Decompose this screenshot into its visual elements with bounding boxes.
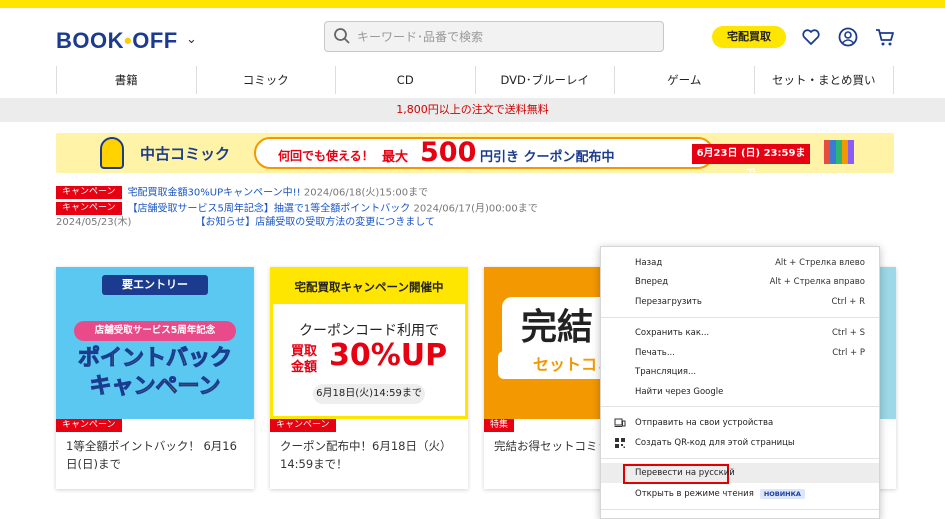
banner-amount: 500	[420, 137, 477, 168]
chevron-down-icon[interactable]: ⌄	[186, 32, 197, 47]
banner-lead: 何回でも使える！	[278, 149, 374, 163]
percent-up-text: 30%UP	[329, 338, 448, 373]
menu-item-search-google[interactable]: Найти через Google	[601, 382, 879, 402]
card-badge: 特集	[484, 419, 515, 432]
bookoff-logo[interactable]: BOOK•OFF	[56, 28, 178, 54]
menu-item-reload[interactable]: Перезагрузить Ctrl + R	[601, 292, 879, 312]
feature-card[interactable]: 要エントリー 店舗受取サービス5周年記念 ポイントバック キャンペーン キャンペー…	[56, 267, 254, 489]
card-badge: キャンペーン	[270, 419, 336, 432]
menu-item-qr-code[interactable]: Создать QR-код для этой страницы	[601, 433, 879, 453]
entry-required-label: 要エントリー	[102, 275, 208, 295]
menu-item-cast[interactable]: Трансляция...	[601, 362, 879, 382]
nav-item-dvd[interactable]: DVD･ブルーレイ	[474, 66, 615, 94]
nav-item-books[interactable]: 書籍	[56, 66, 196, 94]
news-date: 2024/05/23(木)	[56, 217, 132, 228]
cart-icon[interactable]	[874, 26, 896, 48]
banner-tail: 円引き クーポン配布中	[480, 150, 615, 165]
campaign-tag: キャンペーン	[56, 186, 122, 199]
anniversary-ribbon: 店舗受取サービス5周年記念	[74, 321, 236, 341]
search-input[interactable]	[357, 26, 657, 48]
coupon-code-text: クーポンコード利用で	[299, 323, 439, 339]
menu-item-save-as[interactable]: Сохранить как... Ctrl + S	[601, 323, 879, 343]
deadline-pill: 6月18日(火)14:59まで	[313, 384, 425, 404]
nav-item-sets[interactable]: セット・まとめ買い	[753, 66, 894, 94]
card-image: 要エントリー 店舗受取サービス5周年記念 ポイントバック キャンペーン	[56, 267, 254, 419]
mascot-illustration	[100, 137, 124, 169]
menu-item-forward[interactable]: Вперед Alt + Стрелка вправо	[601, 272, 879, 292]
free-shipping-notice: 1,800円以上の注文で送料無料	[0, 98, 945, 122]
news-date: 2024/06/18(火)15:00まで	[303, 187, 429, 199]
send-to-devices-icon	[614, 418, 626, 427]
pointback-title: ポイントバック キャンペーン	[77, 346, 232, 400]
news-item: キャンペーン 【店舗受取サービス5周年記念】抽選で1等全額ポイントバック 2024…	[56, 202, 538, 217]
card-badge: キャンペーン	[56, 419, 122, 432]
books-illustration	[824, 140, 854, 164]
nav-item-comics[interactable]: コミック	[195, 66, 336, 94]
qr-code-icon	[615, 438, 625, 448]
kanketsu-text: 完結	[502, 297, 612, 359]
card-image: 宅配買取キャンペーン開催中 クーポンコード利用で 買取 金額 30%UP 6月1…	[270, 267, 468, 419]
takuhai-kaitori-button[interactable]: 宅配買取	[712, 26, 786, 48]
banner-category: 中古コミック	[140, 145, 231, 163]
news-date: 2024/06/17(月)00:00まで	[413, 203, 538, 215]
news-item: 2024/05/23(木) 【お知らせ】店舗受取の受取方法の変更につきまして	[56, 216, 435, 230]
site-header: BOOK•OFF ⌄ 宅配買取	[0, 8, 945, 66]
menu-separator	[601, 406, 879, 407]
comic-coupon-banner[interactable]: 中古コミック 何回でも使える！ 最大 500 円引き クーポン配布中 6月23日…	[56, 133, 894, 173]
feature-card[interactable]: 宅配買取キャンペーン開催中 クーポンコード利用で 買取 金額 30%UP 6月1…	[270, 267, 468, 489]
news-link[interactable]: 【お知らせ】店舗受取の受取方法の変更につきまして	[195, 217, 435, 228]
banner-offer: 何回でも使える！ 最大 500 円引き クーポン配布中	[254, 137, 714, 169]
nav-item-cd[interactable]: CD	[335, 66, 475, 94]
card-title[interactable]: 1等全額ポイントバック！ 6月16日(日)まで	[66, 437, 246, 473]
menu-separator	[601, 458, 879, 459]
menu-separator	[601, 509, 879, 510]
category-nav: 書籍 コミック CD DVD･ブルーレイ ゲーム セット・まとめ買い	[56, 66, 894, 94]
kaitori-kingaku-text: 買取 金額	[291, 344, 318, 375]
menu-separator	[601, 317, 879, 318]
heart-icon[interactable]	[800, 26, 822, 48]
news-item: キャンペーン 宅配買取金額30%UPキャンペーン中!! 2024/06/18(火)…	[56, 186, 428, 201]
banner-max: 最大	[382, 150, 409, 165]
menu-item-translate[interactable]: Перевести на русский	[601, 463, 879, 484]
menu-item-print[interactable]: Печать... Ctrl + P	[601, 343, 879, 363]
menu-item-back[interactable]: Назад Alt + Стрелка влево	[601, 253, 879, 273]
menu-item-reading-mode[interactable]: Открыть в режиме чтения НОВИНКА	[601, 484, 879, 504]
search-icon[interactable]	[333, 27, 351, 45]
card-title[interactable]: クーポン配布中！6月18日（火）14:59まで！	[280, 437, 460, 473]
nav-item-games[interactable]: ゲーム	[614, 66, 754, 94]
account-icon[interactable]	[837, 26, 859, 48]
news-link[interactable]: 【店舗受取サービス5周年記念】抽選で1等全額ポイントバック	[128, 204, 411, 215]
takuhai-campaign-heading: 宅配買取キャンペーン開催中	[273, 270, 465, 304]
campaign-tag: キャンペーン	[56, 202, 122, 215]
search-box[interactable]	[324, 21, 664, 52]
new-badge: НОВИНКА	[759, 489, 805, 499]
menu-item-send-to-devices[interactable]: Отправить на свои устройства	[601, 413, 879, 433]
banner-deadline: 6月23日 (日) 23:59まで	[692, 144, 810, 173]
news-link[interactable]: 宅配買取金額30%UPキャンペーン中!!	[128, 188, 301, 199]
top-stripe	[0, 0, 945, 8]
browser-context-menu: Назад Alt + Стрелка влево Вперед Alt + Стр…	[600, 246, 880, 519]
